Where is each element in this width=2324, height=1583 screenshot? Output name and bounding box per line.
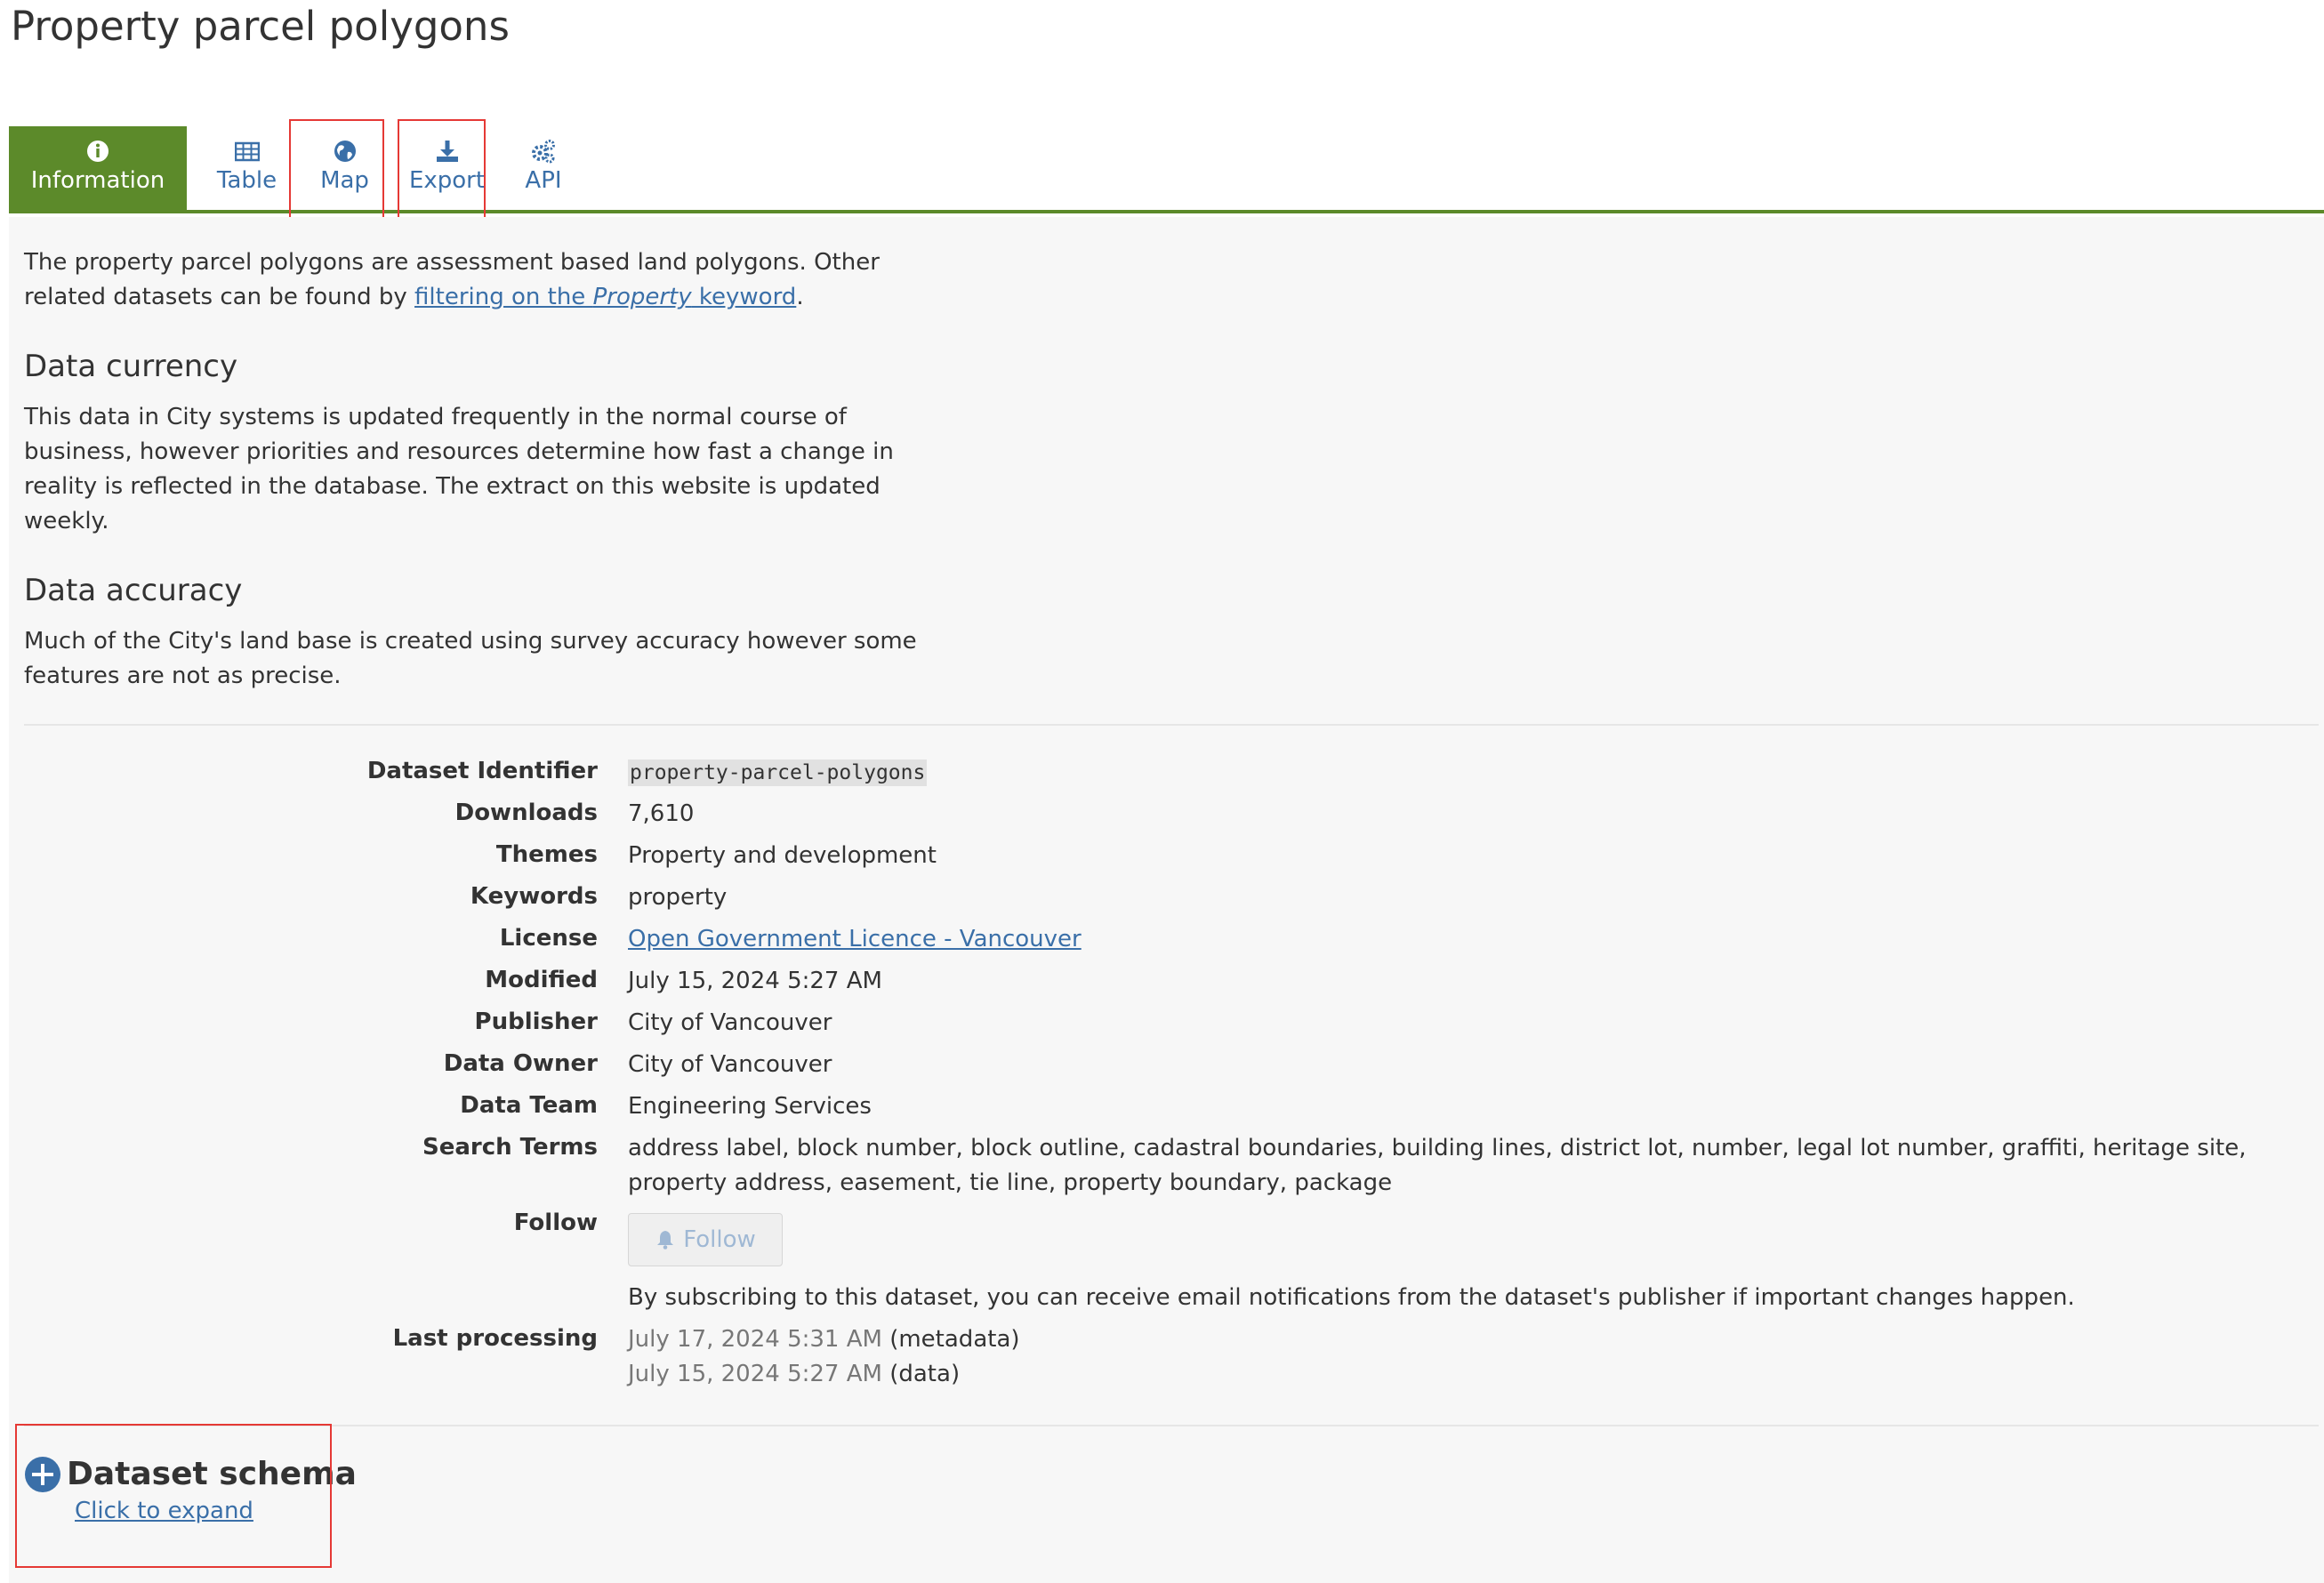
tab-table-label: Table	[216, 167, 277, 194]
data-team-value: Engineering Services	[628, 1093, 872, 1120]
last-processing-data: July 15, 2024 5:27 AM (data)	[628, 1361, 961, 1387]
license-value: Open Government Licence - Vancouver	[628, 922, 2300, 957]
license-label: License	[499, 925, 598, 952]
tab-api[interactable]: API	[507, 126, 580, 210]
tab-table[interactable]: Table	[196, 126, 298, 210]
information-panel: The property parcel polygons are assessm…	[9, 217, 2324, 1583]
tab-bar: Information Table Map Export API	[9, 126, 2324, 213]
publisher-value: City of Vancouver	[628, 1009, 832, 1036]
tab-information[interactable]: Information	[9, 126, 187, 210]
schema-expand-link[interactable]: Click to expand	[75, 1498, 253, 1524]
tab-export-label: Export	[408, 167, 486, 194]
divider	[24, 1425, 2319, 1426]
keywords-value: property	[628, 884, 728, 911]
plus-circle-icon[interactable]	[24, 1456, 61, 1493]
search-terms-label: Search Terms	[422, 1134, 598, 1161]
tab-information-label: Information	[30, 167, 165, 194]
modified-label: Modified	[485, 967, 598, 993]
license-link[interactable]: Open Government Licence - Vancouver	[628, 926, 1082, 952]
info-icon	[87, 141, 109, 162]
identifier-value: property-parcel-polygons	[628, 759, 928, 786]
table-icon	[234, 141, 260, 162]
last-processing-metadata: July 17, 2024 5:31 AM (metadata)	[628, 1326, 1020, 1353]
data-currency-text: This data in City systems is updated fre…	[24, 404, 894, 534]
tab-map[interactable]: Map	[298, 126, 391, 210]
tab-export[interactable]: Export	[396, 126, 498, 210]
data-team-label: Data Team	[460, 1092, 598, 1119]
data-accuracy-text: Much of the City's land base is created …	[24, 628, 917, 689]
property-keyword-link[interactable]: filtering on the Property keyword	[414, 284, 796, 310]
downloads-value: 7,610	[628, 800, 695, 827]
identifier-label: Dataset Identifier	[366, 758, 598, 784]
downloads-label: Downloads	[454, 800, 598, 826]
data-owner-label: Data Owner	[443, 1050, 598, 1077]
data-owner-value: City of Vancouver	[628, 1051, 832, 1078]
data-accuracy-heading: Data accuracy	[24, 573, 243, 608]
keywords-label: Keywords	[470, 883, 598, 910]
tab-api-label: API	[525, 167, 562, 194]
modified-value: July 15, 2024 5:27 AM	[628, 968, 882, 994]
themes-value: Property and development	[628, 842, 937, 869]
page-title: Property parcel polygons	[11, 3, 510, 50]
follow-note: By subscribing to this dataset, you can …	[628, 1284, 2075, 1311]
publisher-label: Publisher	[474, 1008, 598, 1035]
search-terms-value: address label, block number, block outli…	[628, 1135, 2247, 1196]
divider	[24, 724, 2319, 726]
follow-button-label: Follow	[683, 1226, 756, 1253]
globe-icon	[334, 141, 356, 162]
intro-text: The property parcel polygons are assessm…	[24, 249, 880, 310]
themes-label: Themes	[495, 841, 598, 868]
tab-map-label: Map	[320, 167, 369, 194]
cogs-icon	[532, 140, 555, 164]
bell-icon	[657, 1231, 674, 1250]
follow-label: Follow	[513, 1209, 598, 1236]
last-processing-label: Last processing	[392, 1325, 598, 1352]
dataset-schema-title: Dataset schema	[67, 1456, 357, 1492]
follow-button[interactable]: Follow	[628, 1213, 783, 1266]
data-currency-heading: Data currency	[24, 349, 238, 384]
download-icon	[436, 141, 458, 162]
